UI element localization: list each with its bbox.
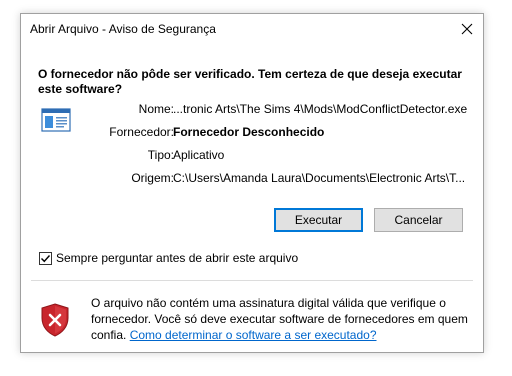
- security-warning-dialog: Abrir Arquivo - Aviso de Segurança O for…: [20, 13, 484, 353]
- always-ask-checkbox[interactable]: [39, 251, 52, 265]
- name-label: Nome:: [138, 102, 174, 116]
- name-value: ...tronic Arts\The Sims 4\Mods\ModConfli…: [173, 102, 468, 116]
- publisher-value: Fornecedor Desconhecido: [173, 125, 325, 139]
- dialog-title: Abrir Arquivo - Aviso de Segurança: [30, 22, 216, 36]
- type-row: Tipo: Aplicativo: [21, 148, 485, 164]
- always-ask-label[interactable]: Sempre perguntar antes de abrir este arq…: [56, 251, 298, 265]
- publisher-label: Fornecedor:: [109, 125, 174, 139]
- close-button[interactable]: [451, 14, 483, 44]
- type-value: Aplicativo: [173, 148, 225, 162]
- origin-label: Origem:: [131, 171, 174, 185]
- close-icon: [461, 23, 473, 35]
- security-shield-icon: [41, 303, 69, 337]
- section-divider: [31, 280, 473, 281]
- title-bar[interactable]: Abrir Arquivo - Aviso de Segurança: [21, 14, 483, 44]
- origin-value: C:\Users\Amanda Laura\Documents\Electron…: [173, 171, 466, 185]
- type-label: Tipo:: [147, 148, 174, 162]
- always-ask-checkbox-row[interactable]: Sempre perguntar antes de abrir este arq…: [39, 250, 298, 266]
- origin-row: Origem: C:\Users\Amanda Laura\Documents\…: [21, 171, 485, 187]
- cancel-button[interactable]: Cancelar: [374, 208, 463, 232]
- checkmark-icon: [41, 254, 51, 262]
- publisher-row: Fornecedor: Fornecedor Desconhecido: [21, 125, 485, 141]
- name-row: Nome: ...tronic Arts\The Sims 4\Mods\Mod…: [21, 102, 485, 118]
- warning-message: O arquivo não contém uma assinatura digi…: [91, 295, 471, 343]
- help-link[interactable]: Como determinar o software a ser executa…: [130, 328, 377, 342]
- run-button[interactable]: Executar: [274, 208, 363, 232]
- warning-heading: O fornecedor não pôde ser verificado. Te…: [38, 67, 462, 96]
